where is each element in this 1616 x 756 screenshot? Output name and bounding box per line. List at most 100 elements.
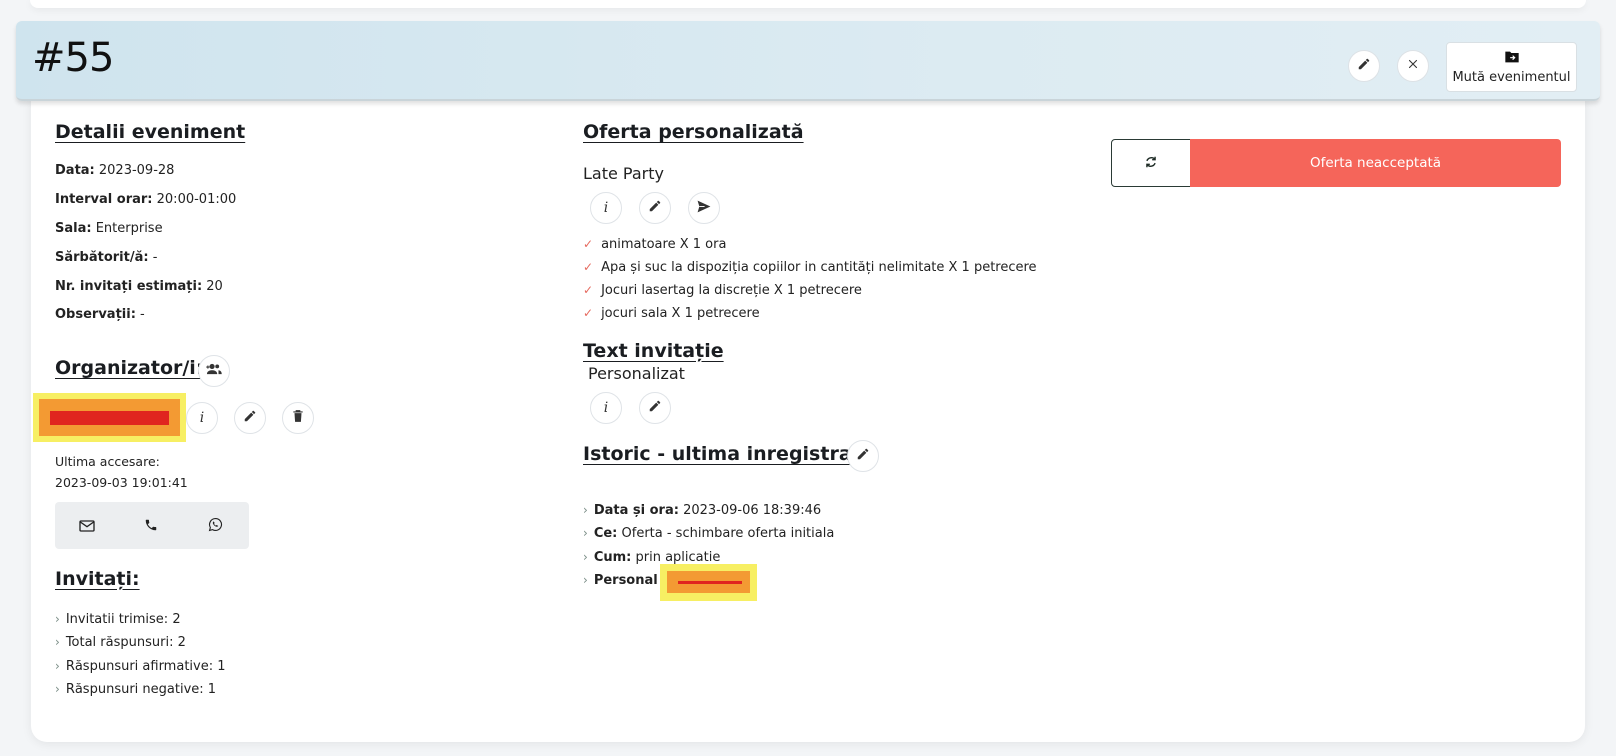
last-access-label: Ultima accesare: (55, 454, 160, 469)
detail-label: Sala: (55, 221, 92, 236)
close-button[interactable] (1397, 50, 1429, 82)
history-value: Oferta - schimbare oferta initiala (621, 526, 835, 541)
detail-value: - (140, 307, 145, 322)
list-item: ✓ Apa și suc la dispoziția copiilor in ca… (583, 260, 1037, 275)
history-row: › Ce: Oferta - schimbare oferta initiala (583, 526, 834, 541)
add-organizer-button[interactable] (198, 355, 230, 387)
history-label: Cum: (593, 550, 632, 565)
phone-button[interactable] (141, 516, 161, 536)
detail-row-date: Data: 2023-09-28 (55, 163, 174, 178)
chevron-right-icon: › (583, 503, 588, 517)
invitation-edit-button[interactable] (639, 392, 671, 424)
chevron-right-icon: › (55, 682, 60, 696)
phone-icon (144, 517, 158, 536)
detail-row-guests-estimated: Nr. invitați estimați: 20 (55, 279, 223, 294)
info-icon: i (603, 400, 609, 416)
list-item: ✓ animatoare X 1 ora (583, 237, 726, 252)
email-button[interactable] (77, 516, 97, 536)
offer-item-text: Jocuri lasertag la discreție X 1 petrece… (601, 283, 862, 298)
guests-item-text: Invitatii trimise: 2 (65, 612, 181, 627)
last-access-value: 2023-09-03 19:01:41 (55, 475, 188, 490)
history-label: Personal : (593, 573, 668, 588)
offer-name: Late Party (583, 164, 664, 183)
details-title: Detalii eveniment (55, 121, 246, 143)
list-item: › Răspunsuri negative: 1 (55, 682, 216, 697)
detail-value: Enterprise (95, 221, 163, 236)
organizers-title: Organizator/i: (55, 357, 204, 379)
invitation-text-title: Text invitație (583, 340, 724, 362)
history-title: Istoric - ultima inregistrare (583, 443, 874, 465)
move-event-label: Mută evenimentul (1452, 69, 1571, 85)
detail-value: 20 (206, 279, 223, 294)
list-item: ✓ jocuri sala X 1 petrecere (583, 306, 760, 321)
pencil-icon (856, 447, 870, 465)
history-label: Ce: (593, 526, 618, 541)
check-icon: ✓ (583, 237, 594, 251)
offer-send-button[interactable] (688, 192, 720, 224)
guests-title: Invitați: (55, 568, 140, 590)
chevron-right-icon: › (55, 612, 60, 626)
detail-label: Data: (55, 163, 95, 178)
offer-item-text: jocuri sala X 1 petrecere (601, 306, 760, 321)
list-item: › Răspunsuri afirmative: 1 (55, 659, 226, 674)
offer-info-button[interactable]: i (590, 192, 622, 224)
detail-value: 20:00-01:00 (156, 192, 237, 207)
refresh-offer-button[interactable] (1111, 139, 1191, 187)
mail-icon (79, 517, 95, 536)
organizer-delete-button[interactable] (282, 402, 314, 434)
pencil-icon (648, 399, 662, 417)
close-icon (1407, 58, 1419, 74)
info-icon: i (603, 200, 609, 216)
detail-row-interval: Interval orar: 20:00-01:00 (55, 192, 236, 207)
check-icon: ✓ (583, 260, 594, 274)
info-icon: i (199, 410, 205, 426)
move-event-button[interactable]: Mută evenimentul (1446, 42, 1577, 92)
detail-value: 2023-09-28 (98, 163, 175, 178)
edit-event-button[interactable] (1348, 50, 1380, 82)
detail-label: Sărbătorit/ă: (55, 250, 149, 265)
pencil-icon (648, 199, 662, 217)
folder-move-icon (1504, 50, 1520, 70)
detail-row-room: Sala: Enterprise (55, 221, 163, 236)
chevron-right-icon: › (583, 550, 588, 564)
guests-item-text: Total răspunsuri: 2 (65, 635, 186, 650)
organizer-edit-button[interactable] (234, 402, 266, 434)
history-value: prin aplicatie (635, 550, 721, 565)
offer-edit-button[interactable] (639, 192, 671, 224)
invitation-info-button[interactable]: i (590, 392, 622, 424)
offer-title: Oferta personalizată (583, 121, 804, 143)
chevron-right-icon: › (55, 635, 60, 649)
send-icon (697, 200, 711, 217)
detail-label: Nr. invitați estimați: (55, 279, 203, 294)
offer-status-button[interactable]: Oferta neacceptată (1190, 139, 1561, 187)
detail-label: Observații: (55, 307, 136, 322)
history-row: › Cum: prin aplicatie (583, 550, 720, 565)
offer-item-text: animatoare X 1 ora (601, 237, 727, 252)
list-item: ✓ Jocuri lasertag la discreție X 1 petrec… (583, 283, 862, 298)
whatsapp-button[interactable] (205, 516, 225, 536)
pencil-icon (243, 409, 257, 427)
detail-row-notes: Observații: - (55, 307, 145, 322)
contact-actions (55, 502, 249, 549)
history-row: › Data și ora: 2023-09-06 18:39:46 (583, 503, 821, 518)
history-label: Data și ora: (593, 503, 679, 518)
redacted-staff-name (660, 564, 757, 601)
check-icon: ✓ (583, 283, 594, 297)
refresh-icon (1144, 154, 1158, 173)
history-value: 2023-09-06 18:39:46 (683, 503, 822, 518)
add-group-icon (205, 362, 223, 380)
chevron-right-icon: › (583, 526, 588, 540)
chevron-right-icon: › (55, 659, 60, 673)
history-edit-button[interactable] (847, 440, 879, 472)
invitation-text-value: Personalizat (588, 364, 685, 383)
chevron-right-icon: › (583, 573, 588, 587)
organizer-info-button[interactable]: i (186, 402, 218, 434)
history-row: › Personal : (583, 573, 667, 588)
list-item: › Invitatii trimise: 2 (55, 612, 181, 627)
event-header: #55 Mută evenimentul (16, 21, 1600, 101)
guests-item-text: Răspunsuri negative: 1 (65, 682, 217, 697)
detail-row-celebrant: Sărbătorit/ă: - (55, 250, 157, 265)
check-icon: ✓ (583, 306, 594, 320)
offer-item-text: Apa și suc la dispoziția copiilor in can… (601, 260, 1037, 275)
event-number: #55 (32, 35, 114, 81)
